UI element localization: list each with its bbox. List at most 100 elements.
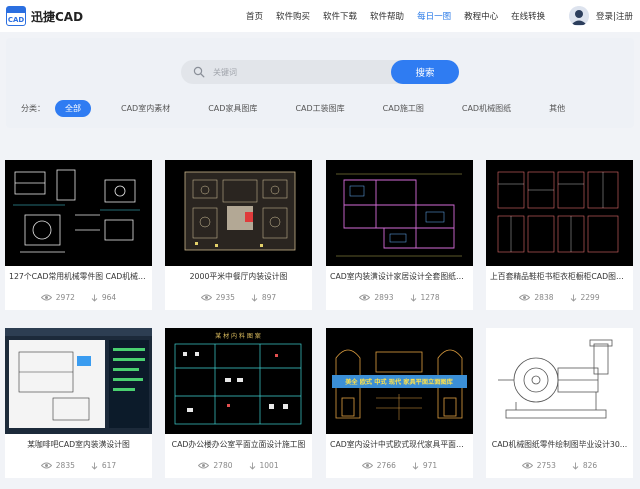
nav-online-convert[interactable]: 在线转换 bbox=[511, 10, 545, 22]
drawing-card[interactable]: 美全 欧式 中式 现代 家具平面立面图库 CAD室内设计中式欧式现代家具平面立.… bbox=[326, 328, 473, 478]
view-count-value: 2935 bbox=[215, 293, 235, 302]
card-title[interactable]: 某咖啡吧CAD室内装潢设计图 bbox=[5, 439, 152, 450]
card-title[interactable]: 上百套精品鞋柜书柜衣柜橱柜CAD图库... bbox=[486, 271, 633, 282]
category-all[interactable]: 全部 bbox=[55, 100, 91, 117]
download-count: 971 bbox=[412, 461, 437, 470]
download-count-value: 826 bbox=[582, 461, 598, 470]
nav-home[interactable]: 首页 bbox=[246, 10, 263, 22]
view-count-value: 2753 bbox=[536, 461, 556, 470]
nav-download[interactable]: 软件下载 bbox=[323, 10, 357, 22]
view-count: 2935 bbox=[200, 293, 235, 302]
logo-text: 迅捷CAD bbox=[31, 9, 84, 24]
drawing-card[interactable]: 2000平米中餐厅内装设计图 2935 897 bbox=[165, 160, 312, 310]
card-stats: 2753 826 bbox=[486, 461, 633, 470]
drawing-thumbnail[interactable] bbox=[486, 160, 633, 266]
eye-icon bbox=[200, 294, 212, 301]
drawing-thumbnail[interactable]: 美全 欧式 中式 现代 家具平面立面图库 bbox=[326, 328, 473, 434]
eye-icon bbox=[40, 462, 52, 469]
drawing-thumbnail[interactable]: 某 材 内 料 图 案 bbox=[165, 328, 312, 434]
nav-buy[interactable]: 软件购买 bbox=[276, 10, 310, 22]
download-arrow-icon bbox=[412, 462, 419, 470]
thumb-banner-text: 美全 欧式 中式 现代 家具平面立面图库 bbox=[345, 378, 453, 386]
category-interior[interactable]: CAD室内素材 bbox=[121, 103, 170, 114]
nav-daily-image[interactable]: 每日一图 bbox=[417, 10, 451, 22]
download-count-value: 964 bbox=[101, 293, 117, 302]
drawing-card[interactable]: 某 材 内 料 图 案 CAD办公楼办公室平面立面设计施工图 2780 1001 bbox=[165, 328, 312, 478]
nav-tutorials[interactable]: 教程中心 bbox=[464, 10, 498, 22]
site-logo[interactable]: CAD 迅捷CAD bbox=[6, 5, 83, 27]
drawing-thumbnail[interactable] bbox=[326, 160, 473, 266]
download-arrow-icon bbox=[251, 294, 258, 302]
top-header: CAD 迅捷CAD 首页 软件购买 软件下载 软件帮助 每日一图 教程中心 在线… bbox=[0, 0, 640, 32]
download-count: 617 bbox=[91, 461, 116, 470]
category-label: 分类： bbox=[21, 104, 45, 113]
eye-icon bbox=[198, 462, 210, 469]
download-count-value: 1001 bbox=[259, 461, 279, 470]
logo-badge: CAD bbox=[6, 6, 26, 26]
download-count-value: 2299 bbox=[580, 293, 600, 302]
category-furniture[interactable]: CAD家具图库 bbox=[208, 103, 257, 114]
view-count-value: 2838 bbox=[534, 293, 554, 302]
drawing-thumbnail[interactable] bbox=[486, 328, 633, 434]
eye-icon bbox=[521, 462, 533, 469]
card-stats: 2766 971 bbox=[326, 461, 473, 470]
view-count: 2838 bbox=[519, 293, 554, 302]
card-title[interactable]: 127个CAD常用机械零件图 CAD机械零... bbox=[5, 271, 152, 282]
drawing-thumbnail[interactable] bbox=[5, 160, 152, 266]
drawing-card[interactable]: CAD机械图纸零件绘制图毕业设计30... 2753 826 bbox=[486, 328, 633, 478]
category-mechanical[interactable]: CAD机械图纸 bbox=[462, 103, 511, 114]
download-count-value: 617 bbox=[101, 461, 117, 470]
download-count: 826 bbox=[572, 461, 597, 470]
download-arrow-icon bbox=[410, 294, 416, 302]
card-stats: 2893 1278 bbox=[326, 293, 473, 302]
view-count-value: 2780 bbox=[213, 461, 233, 470]
search-icon bbox=[193, 66, 205, 78]
card-stats: 2935 897 bbox=[165, 293, 312, 302]
card-stats: 2780 1001 bbox=[165, 461, 312, 470]
view-count: 2766 bbox=[361, 461, 396, 470]
download-count-value: 897 bbox=[261, 293, 277, 302]
card-title[interactable]: 2000平米中餐厅内装设计图 bbox=[165, 271, 312, 282]
download-arrow-icon bbox=[570, 294, 576, 302]
download-count: 1278 bbox=[410, 293, 440, 302]
drawing-thumbnail[interactable] bbox=[5, 328, 152, 434]
eye-icon bbox=[40, 294, 52, 301]
drawing-card[interactable]: CAD室内装潢设计家居设计全套图纸案例 2893 1278 bbox=[326, 160, 473, 310]
download-arrow-icon bbox=[91, 294, 98, 302]
user-avatar-icon[interactable] bbox=[569, 6, 589, 26]
card-title[interactable]: CAD机械图纸零件绘制图毕业设计30... bbox=[486, 439, 633, 450]
view-count: 2753 bbox=[521, 461, 556, 470]
drawing-card[interactable]: 上百套精品鞋柜书柜衣柜橱柜CAD图库... 2838 2299 bbox=[486, 160, 633, 310]
search-bar: 搜索 bbox=[181, 60, 459, 84]
download-count: 964 bbox=[91, 293, 116, 302]
view-count: 2972 bbox=[40, 293, 75, 302]
category-tooling[interactable]: CAD工装图库 bbox=[295, 103, 344, 114]
search-button[interactable]: 搜索 bbox=[391, 60, 459, 84]
main-nav: 首页 软件购买 软件下载 软件帮助 每日一图 教程中心 在线转换 bbox=[246, 0, 558, 32]
nav-help[interactable]: 软件帮助 bbox=[370, 10, 404, 22]
drawing-thumbnail[interactable] bbox=[165, 160, 312, 266]
category-other[interactable]: 其他 bbox=[549, 103, 565, 114]
eye-icon bbox=[361, 462, 373, 469]
download-count: 897 bbox=[251, 293, 276, 302]
drawing-card[interactable]: 某咖啡吧CAD室内装潢设计图 2835 617 bbox=[5, 328, 152, 478]
download-count: 2299 bbox=[570, 293, 600, 302]
download-count: 1001 bbox=[249, 461, 279, 470]
download-count-value: 971 bbox=[422, 461, 438, 470]
login-register-link[interactable]: 登录|注册 bbox=[596, 10, 633, 22]
thumb-banner-text: 某 材 内 料 图 案 bbox=[215, 332, 261, 340]
card-title[interactable]: CAD办公楼办公室平面立面设计施工图 bbox=[165, 439, 312, 450]
download-arrow-icon bbox=[249, 462, 255, 470]
category-filter: 分类： 全部 CAD室内素材 CAD家具图库 CAD工装图库 CAD施工图 CA… bbox=[21, 100, 565, 117]
eye-icon bbox=[519, 294, 531, 301]
card-title[interactable]: CAD室内设计中式欧式现代家具平面立... bbox=[326, 439, 473, 450]
view-count: 2893 bbox=[359, 293, 394, 302]
card-title[interactable]: CAD室内装潢设计家居设计全套图纸案例 bbox=[326, 271, 473, 282]
card-stats: 2835 617 bbox=[5, 461, 152, 470]
search-input[interactable] bbox=[213, 67, 383, 77]
view-count-value: 2893 bbox=[374, 293, 394, 302]
search-panel: 搜索 分类： 全部 CAD室内素材 CAD家具图库 CAD工装图库 CAD施工图… bbox=[6, 38, 634, 128]
drawing-card[interactable]: 127个CAD常用机械零件图 CAD机械零... 2972 964 bbox=[5, 160, 152, 310]
category-construction[interactable]: CAD施工图 bbox=[383, 103, 424, 114]
view-count: 2835 bbox=[40, 461, 75, 470]
